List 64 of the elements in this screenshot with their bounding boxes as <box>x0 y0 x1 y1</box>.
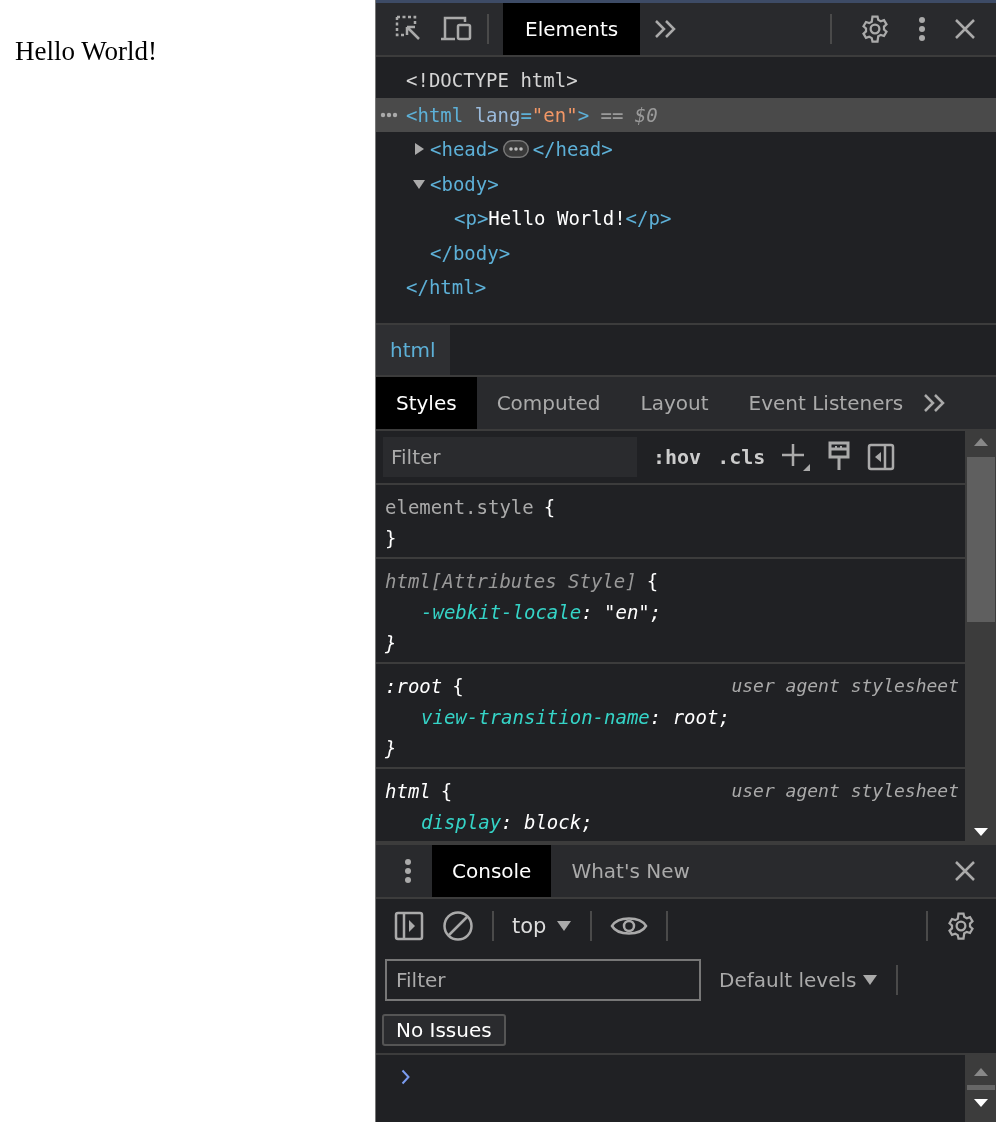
drawer-menu-icon[interactable] <box>404 858 412 884</box>
new-rule-plus-icon[interactable] <box>781 442 812 472</box>
clear-console-icon[interactable] <box>442 910 474 942</box>
panel-tab[interactable]: Elements <box>503 3 641 55</box>
closing-tag: </body> <box>430 241 511 264</box>
settings-icon[interactable] <box>946 911 976 941</box>
close-icon[interactable] <box>954 860 976 882</box>
paint-roller-icon[interactable] <box>827 441 852 473</box>
css-declaration[interactable]: view-transition-name: root; <box>385 701 730 732</box>
scroll-up-arrow-icon[interactable] <box>972 437 989 447</box>
open-brace: { <box>440 779 453 802</box>
scroll-down-arrow-icon[interactable] <box>972 1098 989 1108</box>
drawer-tab[interactable]: What's New <box>551 845 710 897</box>
open-brace: { <box>452 674 464 697</box>
scrollbar[interactable] <box>965 431 996 843</box>
sidebar-toggle-icon[interactable] <box>394 911 424 941</box>
issues-button[interactable]: No Issues <box>382 1014 506 1046</box>
dom-node-line[interactable]: <!DOCTYPE html> <box>406 69 578 92</box>
row-ellipsis-icon[interactable] <box>380 111 398 118</box>
collapsed-content-ellipsis-icon[interactable] <box>502 140 529 159</box>
scroll-up-arrow-icon[interactable] <box>972 1067 989 1077</box>
stylesheet-origin-link[interactable]: user agent stylesheet <box>731 780 959 801</box>
open-brace: { <box>543 495 556 518</box>
close-brace: } <box>385 631 397 654</box>
scroll-down-arrow-icon[interactable] <box>972 827 989 837</box>
close-brace: } <box>385 736 397 759</box>
css-declaration[interactable]: display: block; <box>385 806 593 837</box>
css-selector: html <box>385 779 431 802</box>
drawer-tab[interactable]: Console <box>432 845 552 897</box>
console-filter-field[interactable]: Filter <box>385 959 701 1001</box>
closing-tag: </html> <box>406 276 487 299</box>
open-brace: { <box>646 569 659 592</box>
css-selector: html[Attributes Style] <box>385 569 637 592</box>
dom-node-line[interactable]: <p>Hello World!</p> <box>454 207 672 230</box>
close-icon[interactable] <box>954 18 976 40</box>
context-dropdown[interactable]: top <box>512 914 573 938</box>
scroll-thumb[interactable] <box>966 457 995 622</box>
state-toggle-button[interactable]: .cls <box>717 445 766 469</box>
scroll-thumb[interactable] <box>966 1085 995 1090</box>
caret-icon <box>862 974 879 986</box>
sidebar-toggle-icon[interactable] <box>867 443 896 471</box>
dom-node-line[interactable]: <head> <box>430 138 499 161</box>
state-toggle-button[interactable]: :hov <box>653 445 702 469</box>
log-levels-dropdown[interactable]: Default levels <box>719 968 879 992</box>
breadcrumb-item[interactable]: html <box>376 325 450 375</box>
css-declaration[interactable]: -webkit-locale: "en"; <box>385 596 662 627</box>
css-selector: element.style <box>385 495 534 518</box>
settings-icon[interactable] <box>860 14 890 44</box>
console-prompt-icon <box>401 1069 411 1085</box>
page-paragraph: Hello World! <box>15 36 159 67</box>
sidebar-tab[interactable]: Layout <box>620 377 729 429</box>
scrollbar[interactable] <box>965 1055 996 1122</box>
sidebar-tab[interactable]: Styles <box>376 377 477 429</box>
close-brace: } <box>385 526 397 549</box>
styles-filter-field[interactable]: Filter <box>383 437 637 477</box>
closing-tag: </head> <box>532 138 613 161</box>
css-selector: :root <box>385 674 443 697</box>
caret-icon <box>556 920 573 932</box>
dom-node-line[interactable]: <body> <box>430 172 499 195</box>
collapsed-triangle-icon[interactable] <box>412 142 426 157</box>
sidebar-tab[interactable]: Computed <box>476 377 621 429</box>
sidebar-tab[interactable]: Event Listeners <box>728 377 924 429</box>
more-options-icon[interactable] <box>918 16 926 42</box>
stylesheet-origin-link[interactable]: user agent stylesheet <box>731 675 959 696</box>
